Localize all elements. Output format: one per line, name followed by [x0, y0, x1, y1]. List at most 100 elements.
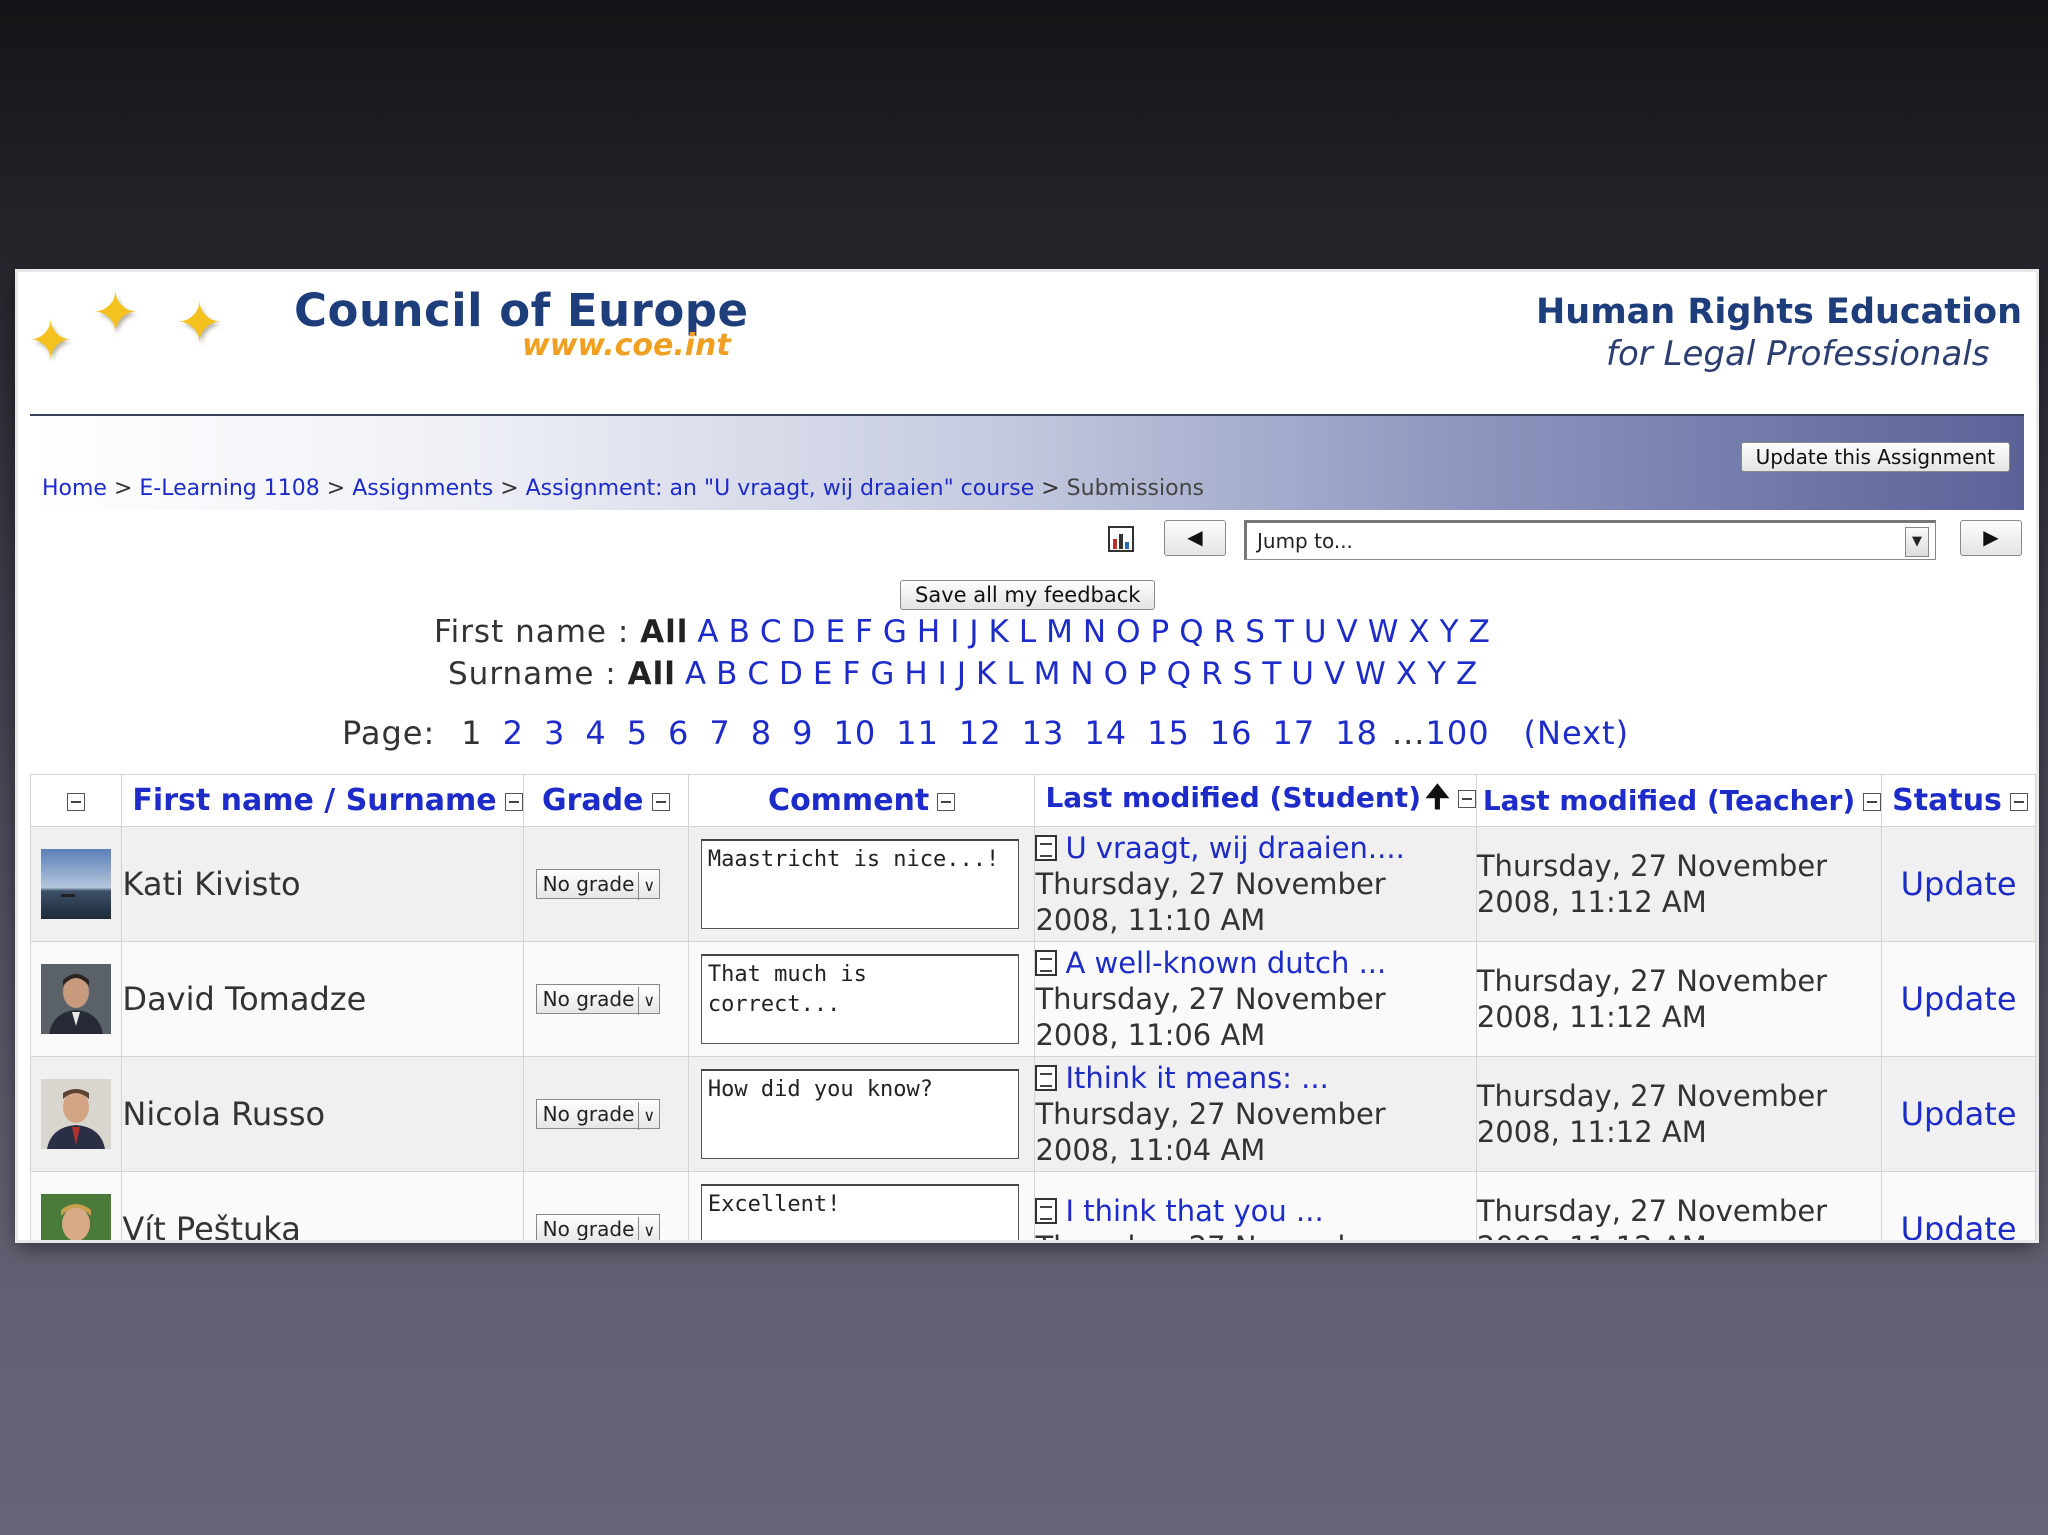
header-teacher-modified-label[interactable]: Last modified (Teacher) [1483, 784, 1855, 817]
pager-page-link[interactable]: 14 [1084, 714, 1127, 752]
filter-letter[interactable]: E [825, 614, 846, 650]
header-status-label[interactable]: Status [1892, 783, 2002, 818]
filter-letter[interactable]: E [813, 656, 834, 692]
filter-letter[interactable]: L [1019, 614, 1037, 650]
collapse-icon[interactable] [67, 792, 86, 811]
filter-letter[interactable]: M [1034, 656, 1062, 692]
grade-select[interactable]: No grade ∨ [535, 984, 661, 1015]
pager-page-link[interactable]: 10 [833, 714, 876, 752]
filter-letter[interactable]: J [969, 614, 979, 650]
next-button[interactable]: ▶ [1960, 520, 2022, 556]
filter-letter[interactable]: T [1275, 614, 1295, 650]
filter-letter[interactable]: N [1070, 656, 1094, 692]
submission-link[interactable]: U vraagt, wij draaien.... [1065, 831, 1404, 865]
header-student-modified-label[interactable]: Last modified (Student) [1045, 781, 1421, 814]
filter-letter[interactable]: Y [1440, 614, 1460, 650]
pager-page-link[interactable]: 16 [1210, 714, 1253, 752]
filter-letter[interactable]: M [1046, 614, 1074, 650]
collapse-icon[interactable] [2009, 792, 2028, 811]
chevron-down-icon[interactable]: ▼ [1905, 527, 1929, 557]
student-name[interactable]: Kati Kivisto [121, 826, 524, 942]
filter-letter[interactable]: Q [1179, 614, 1204, 650]
filter-letter[interactable]: Z [1469, 614, 1491, 650]
filter-letter[interactable]: N [1083, 614, 1107, 650]
avatar[interactable] [41, 1079, 112, 1149]
comment-textarea[interactable]: Excellent! [700, 1184, 1019, 1240]
filter-letter[interactable]: V [1324, 656, 1346, 692]
filter-letter[interactable]: U [1304, 614, 1328, 650]
pager-page-link[interactable]: 6 [668, 714, 689, 752]
filter-letter[interactable]: S [1245, 614, 1266, 650]
filter-letter[interactable]: I [950, 614, 960, 650]
update-link[interactable]: Update [1901, 865, 2017, 903]
jump-to-select[interactable]: Jump to... ▼ [1244, 520, 1936, 560]
collapse-icon[interactable] [651, 792, 670, 811]
comment-textarea[interactable]: That much is correct... [700, 954, 1019, 1044]
pager-page-link[interactable]: 8 [751, 714, 772, 752]
filter-letter[interactable]: C [747, 656, 770, 692]
comment-textarea[interactable]: Maastricht is nice...! [700, 839, 1019, 929]
collapse-icon[interactable] [937, 792, 956, 811]
previous-button[interactable]: ◀ [1164, 520, 1226, 556]
filter-letter[interactable]: O [1104, 656, 1129, 692]
breadcrumb-course[interactable]: E-Learning 1108 [139, 476, 319, 501]
grade-select[interactable]: No grade ∨ [535, 1214, 661, 1240]
avatar[interactable] [41, 1194, 112, 1240]
filter-letter[interactable]: F [842, 656, 861, 692]
pager-page-link[interactable]: 4 [585, 714, 606, 752]
filter-letter[interactable]: X [1408, 614, 1430, 650]
student-name[interactable]: David Tomadze [121, 941, 524, 1057]
filter-letter[interactable]: D [779, 656, 804, 692]
filter-letter[interactable]: B [729, 614, 751, 650]
submission-link[interactable]: A well-known dutch ... [1065, 946, 1386, 980]
submission-link[interactable]: Ithink it means: ... [1065, 1061, 1328, 1095]
student-name[interactable]: Nicola Russo [121, 1056, 524, 1172]
avatar[interactable] [41, 849, 112, 919]
filter-letter[interactable]: O [1116, 614, 1141, 650]
filter-letter[interactable]: K [989, 614, 1010, 650]
header-comment-label[interactable]: Comment [768, 783, 929, 818]
student-name[interactable]: Vít Peštuka [121, 1171, 524, 1240]
comment-textarea[interactable]: How did you know? [700, 1069, 1019, 1159]
pager-next[interactable]: (Next) [1524, 714, 1630, 752]
header-name-label[interactable]: First name / Surname [132, 783, 496, 818]
filter-letter[interactable]: C [760, 614, 783, 650]
collapse-icon[interactable] [1863, 793, 1882, 811]
update-link[interactable]: Update [1901, 980, 2017, 1018]
pager-page-link[interactable]: 18 [1335, 714, 1378, 752]
filter-letter[interactable]: Z [1456, 656, 1478, 692]
filter-letter[interactable]: H [917, 614, 941, 650]
update-link[interactable]: Update [1901, 1095, 2017, 1133]
filter-letter[interactable]: G [883, 614, 908, 650]
report-icon[interactable] [1106, 524, 1136, 554]
update-link[interactable]: Update [1901, 1210, 2017, 1240]
filter-letter[interactable]: L [1006, 656, 1024, 692]
filter-letter[interactable]: W [1355, 656, 1387, 692]
filter-letter[interactable]: J [957, 656, 967, 692]
filter-letter[interactable]: A [685, 656, 707, 692]
org-url[interactable]: www.coe.int [522, 328, 731, 363]
pager-page-link[interactable]: 2 [503, 714, 524, 752]
pager-page-link[interactable]: 17 [1273, 714, 1316, 752]
filter-letter[interactable]: T [1262, 656, 1282, 692]
header-grade-label[interactable]: Grade [542, 783, 643, 818]
filter-letter[interactable]: Y [1427, 656, 1447, 692]
filter-letter[interactable]: H [904, 656, 928, 692]
pager-page-link[interactable]: 9 [792, 714, 813, 752]
filter-letter[interactable]: F [855, 614, 874, 650]
pager-page-link[interactable]: 12 [959, 714, 1002, 752]
pager-page-link[interactable]: 5 [627, 714, 648, 752]
filter-letter[interactable]: V [1337, 614, 1359, 650]
save-feedback-button[interactable]: Save all my feedback [900, 580, 1156, 610]
collapse-icon[interactable] [504, 792, 523, 811]
pager-page-link[interactable]: 13 [1022, 714, 1065, 752]
pager-page-link[interactable]: 11 [896, 714, 939, 752]
pager-last[interactable]: 100 [1425, 714, 1489, 752]
update-assignment-button[interactable]: Update this Assignment [1740, 442, 2010, 472]
filter-letter[interactable]: Q [1167, 656, 1192, 692]
pager-page-link[interactable]: 7 [709, 714, 730, 752]
grade-select[interactable]: No grade ∨ [535, 1099, 661, 1130]
breadcrumb-assignments[interactable]: Assignments [352, 476, 493, 501]
breadcrumb-home[interactable]: Home [42, 476, 107, 501]
breadcrumb-assignment[interactable]: Assignment: an "U vraagt, wij draaien" c… [526, 476, 1035, 501]
